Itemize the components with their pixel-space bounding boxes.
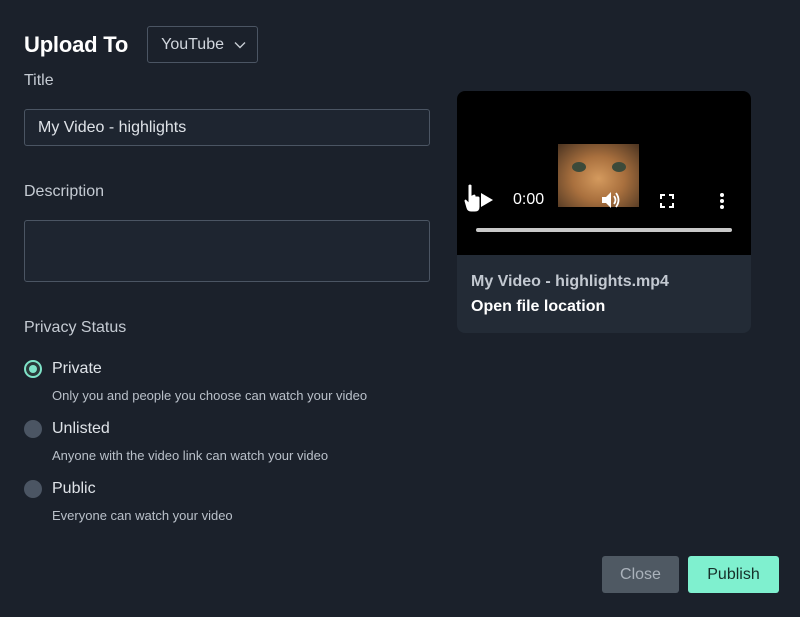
- privacy-option-label: Private: [52, 360, 102, 377]
- open-file-location-link[interactable]: Open file location: [471, 298, 605, 316]
- video-file-name: My Video - highlights.mp4: [471, 273, 669, 290]
- privacy-option-label: Unlisted: [52, 420, 110, 437]
- radio-button[interactable]: [24, 420, 42, 438]
- privacy-option-unlisted[interactable]: Unlisted: [24, 420, 110, 438]
- privacy-status-label: Privacy Status: [24, 319, 127, 336]
- video-thumbnail: [558, 144, 639, 207]
- description-label: Description: [24, 183, 105, 200]
- privacy-option-description: Only you and people you choose can watch…: [52, 388, 368, 403]
- thumbnail-detail: [612, 162, 626, 172]
- publish-button[interactable]: Publish: [688, 556, 779, 593]
- privacy-option-description: Anyone with the video link can watch you…: [52, 448, 329, 463]
- video-progress-bar[interactable]: [476, 228, 732, 232]
- video-preview-card: 0:00 My Video - highlights.mp4 Open file…: [457, 91, 751, 333]
- dialog-title: Upload To: [24, 31, 129, 57]
- video-player[interactable]: 0:00: [457, 91, 751, 255]
- dialog-header: Upload To YouTube: [24, 26, 259, 63]
- fullscreen-icon[interactable]: [660, 194, 674, 208]
- hand-cursor-icon: [463, 183, 481, 213]
- platform-dropdown-value: YouTube: [161, 35, 224, 53]
- more-options-icon[interactable]: [719, 192, 725, 210]
- play-icon[interactable]: [481, 193, 493, 207]
- platform-dropdown[interactable]: YouTube: [147, 26, 259, 63]
- radio-button[interactable]: [24, 480, 42, 498]
- close-button[interactable]: Close: [602, 556, 679, 593]
- title-input[interactable]: [24, 109, 430, 146]
- privacy-option-private[interactable]: Private: [24, 360, 102, 378]
- video-time: 0:00: [513, 191, 545, 208]
- title-label: Title: [24, 72, 54, 89]
- radio-button-checked[interactable]: [24, 360, 42, 378]
- thumbnail-detail: [572, 162, 586, 172]
- description-textarea[interactable]: [24, 220, 430, 282]
- privacy-option-label: Public: [52, 480, 96, 497]
- chevron-down-icon: [234, 41, 246, 48]
- volume-icon[interactable]: [601, 191, 621, 209]
- privacy-option-description: Everyone can watch your video: [52, 508, 233, 523]
- privacy-option-public[interactable]: Public: [24, 480, 96, 498]
